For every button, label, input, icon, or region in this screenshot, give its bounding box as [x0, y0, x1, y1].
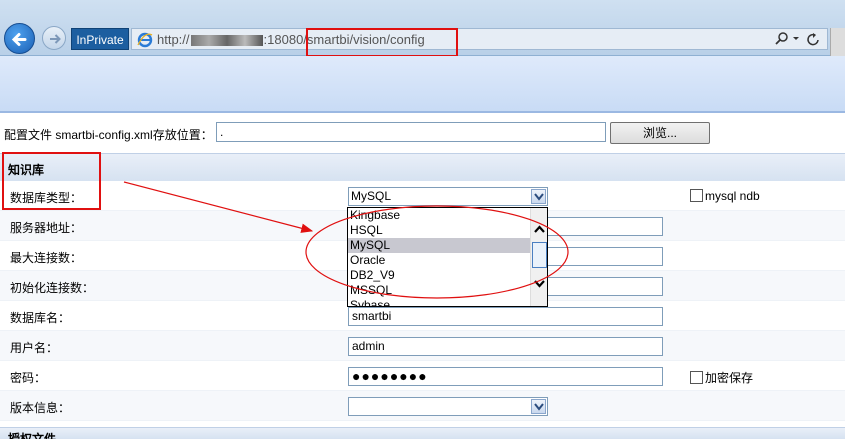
section-annotation-box: [2, 152, 101, 210]
version-select[interactable]: [348, 397, 548, 416]
mysql-ndb-label: mysql ndb: [705, 189, 760, 203]
section-title: 授权文件: [8, 432, 57, 439]
db-type-dropdown-list[interactable]: Kingbase HSQL MySQL Oracle DB2_V9 MSSQL …: [347, 207, 548, 307]
inprivate-badge: InPrivate: [71, 28, 129, 50]
db-type-select[interactable]: MySQL: [348, 187, 548, 206]
encrypt-save-label: 加密保存: [705, 371, 754, 385]
max-connections-label: 最大连接数：: [10, 251, 83, 265]
dropdown-option[interactable]: Oracle: [348, 253, 531, 268]
address-bar[interactable]: http://:18080/smartbi/vision/config: [131, 28, 828, 50]
arrow-right-icon: [50, 34, 61, 44]
arrow-left-icon: [11, 33, 27, 46]
knowledge-base-section: 知识库: [0, 153, 845, 181]
config-file-row: 配置文件 smartbi-config.xml存放位置： . 浏览...: [0, 121, 845, 147]
password-input[interactable]: ●●●●●●●●: [348, 367, 663, 386]
browse-button[interactable]: 浏览...: [610, 122, 710, 144]
config-file-label: 配置文件 smartbi-config.xml存放位置：: [4, 128, 213, 142]
back-button[interactable]: [4, 23, 35, 54]
password-row: 密码： ●●●●●●●● 加密保存: [0, 361, 845, 391]
address-tools[interactable]: [775, 31, 823, 50]
search-refresh-icons: [775, 32, 819, 46]
encrypt-save-option[interactable]: 加密保存: [690, 369, 753, 386]
mysql-ndb-checkbox[interactable]: [690, 189, 703, 202]
server-address-label: 服务器地址：: [10, 221, 83, 235]
username-row: 用户名： admin: [0, 331, 845, 361]
mysql-ndb-option[interactable]: mysql ndb: [690, 189, 760, 203]
version-label: 版本信息：: [10, 401, 71, 415]
password-label: 密码：: [10, 371, 47, 385]
init-connections-label: 初始化连接数：: [10, 281, 95, 295]
chevron-up-icon[interactable]: [532, 222, 547, 237]
scrollbar-thumb[interactable]: [532, 242, 547, 268]
dropdown-option[interactable]: Sybase: [348, 298, 531, 306]
chevron-down-icon[interactable]: [532, 276, 547, 291]
db-type-value: MySQL: [351, 189, 392, 203]
dropdown-option[interactable]: DB2_V9: [348, 268, 531, 283]
url-prefix: http://: [157, 32, 190, 47]
tab-strip-edge: [830, 28, 845, 56]
dropdown-option[interactable]: MSSQL: [348, 283, 531, 298]
encrypt-save-checkbox[interactable]: [690, 371, 703, 384]
chevron-down-icon[interactable]: [531, 399, 546, 414]
banner-divider: [0, 111, 845, 113]
ie-page-icon: [137, 32, 153, 48]
db-name-input[interactable]: smartbi: [348, 307, 663, 326]
version-row: 版本信息：: [0, 391, 845, 421]
dropdown-scrollbar[interactable]: [530, 208, 547, 306]
dropdown-option[interactable]: Kingbase: [348, 208, 531, 223]
chevron-down-icon[interactable]: [531, 189, 546, 204]
db-name-label: 数据库名：: [10, 311, 71, 325]
forward-button[interactable]: [42, 26, 66, 50]
url-redacted: [190, 35, 263, 47]
dropdown-option[interactable]: HSQL: [348, 223, 531, 238]
license-file-section: 授权文件: [0, 427, 845, 439]
page-banner: [0, 56, 845, 112]
config-file-input[interactable]: .: [216, 122, 606, 142]
url-annotation-box: [306, 28, 458, 57]
dropdown-option-selected[interactable]: MySQL: [348, 238, 531, 253]
username-input[interactable]: admin: [348, 337, 663, 356]
username-label: 用户名：: [10, 341, 59, 355]
